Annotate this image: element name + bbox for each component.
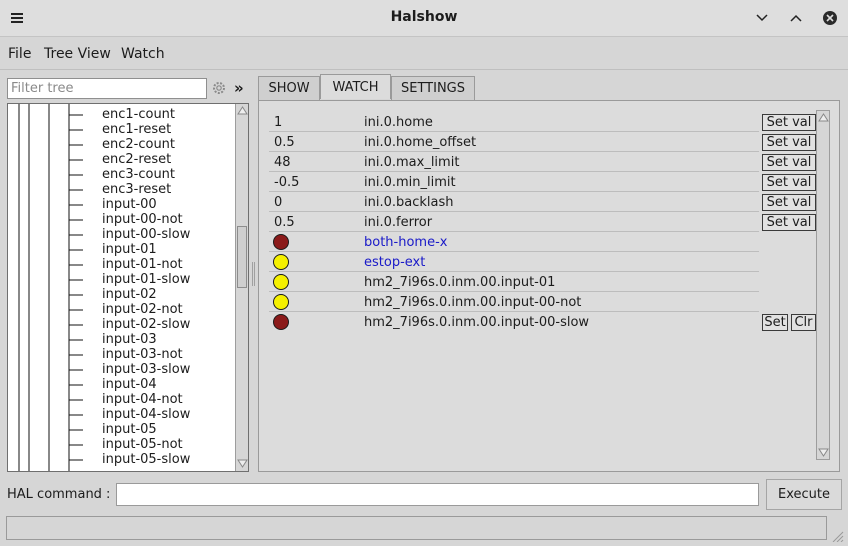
tree-item[interactable]: input-00	[102, 197, 157, 212]
set-val-button[interactable]: Set val	[762, 134, 816, 151]
tree-item[interactable]: input-05	[102, 422, 157, 437]
more-options-button[interactable]: »	[234, 79, 244, 97]
tree-item[interactable]: input-02-not	[102, 302, 183, 317]
param-name: ini.0.backlash	[364, 195, 454, 210]
watch-param-row: 0 ini.0.backlash	[269, 192, 759, 212]
set-val-button[interactable]: Set val	[762, 194, 816, 211]
param-value: -0.5	[274, 175, 300, 190]
tree-item[interactable]: input-03-slow	[102, 362, 190, 377]
menu-file[interactable]: File	[8, 46, 31, 62]
pin-state-led	[273, 274, 289, 290]
param-value: 0.5	[274, 215, 295, 230]
title-bar: Halshow	[0, 0, 848, 37]
tree-item[interactable]: input-04	[102, 377, 157, 392]
maximize-chevron-up-icon[interactable]	[787, 9, 805, 27]
clr-button[interactable]: Clr	[791, 314, 816, 331]
param-name: ini.0.home_offset	[364, 135, 477, 150]
pin-state-led	[273, 294, 289, 310]
tree-item[interactable]: enc2-count	[102, 137, 175, 152]
status-bar	[6, 516, 827, 540]
minimize-chevron-down-icon[interactable]	[753, 9, 771, 27]
tree-item[interactable]: enc1-count	[102, 107, 175, 122]
set-val-button[interactable]: Set val	[762, 214, 816, 231]
tree-item[interactable]: input-05-not	[102, 437, 183, 452]
tree-scrollbar[interactable]	[235, 104, 248, 471]
watch-scrollbar[interactable]	[816, 110, 830, 460]
param-name: ini.0.min_limit	[364, 175, 456, 190]
pane-splitter-handle[interactable]	[252, 262, 255, 286]
tree-item[interactable]: input-02	[102, 287, 157, 302]
tree-item[interactable]: input-00-not	[102, 212, 183, 227]
close-icon[interactable]	[821, 9, 839, 27]
tab-settings[interactable]: SETTINGS	[391, 76, 475, 100]
scroll-down-arrow-icon[interactable]	[237, 458, 248, 469]
filter-tree-input[interactable]	[7, 78, 207, 99]
tree-item[interactable]: enc1-reset	[102, 122, 171, 137]
param-value: 0	[274, 195, 283, 210]
tree-guide-lines	[18, 104, 83, 471]
tab-watch[interactable]: WATCH	[320, 74, 391, 99]
tree-scrollbar-thumb[interactable]	[237, 226, 247, 288]
tree-item[interactable]: input-02-slow	[102, 317, 190, 332]
tree-item[interactable]: input-04-slow	[102, 407, 190, 422]
watch-pin-row: hm2_7i96s.0.inm.00.input-00-not	[269, 292, 759, 312]
tree-item[interactable]: input-01	[102, 242, 157, 257]
window-title: Halshow	[390, 9, 458, 25]
tree-item[interactable]: input-03-not	[102, 347, 183, 362]
tree-item[interactable]: enc3-count	[102, 167, 175, 182]
pin-name: hm2_7i96s.0.inm.00.input-00-slow	[364, 315, 590, 330]
resize-grip-icon[interactable]	[830, 530, 844, 542]
tree-item[interactable]: input-01-slow	[102, 272, 190, 287]
tree-item[interactable]: input-05-slow	[102, 452, 190, 467]
watch-param-row: 1 ini.0.home	[269, 112, 759, 132]
tree-item[interactable]: input-01-not	[102, 257, 183, 272]
pin-name: hm2_7i96s.0.inm.00.input-01	[364, 275, 556, 290]
watch-pin-row: hm2_7i96s.0.inm.00.input-00-slow	[269, 312, 759, 332]
scroll-up-arrow-icon[interactable]	[237, 105, 248, 116]
menu-watch[interactable]: Watch	[121, 46, 165, 62]
pin-name[interactable]: both-home-x	[364, 235, 447, 250]
tree-item[interactable]: input-03	[102, 332, 157, 347]
hal-command-label: HAL command :	[7, 487, 111, 502]
pin-name[interactable]: estop-ext	[364, 255, 425, 270]
param-value: 0.5	[274, 135, 295, 150]
set-val-button[interactable]: Set val	[762, 174, 816, 191]
tree-item[interactable]: input-04-not	[102, 392, 183, 407]
execute-button[interactable]: Execute	[766, 479, 842, 510]
menu-tree-view[interactable]: Tree View	[44, 46, 111, 62]
tree-item[interactable]: input-00-slow	[102, 227, 190, 242]
gear-icon[interactable]	[210, 79, 228, 97]
param-value: 1	[274, 115, 283, 130]
watch-param-row: -0.5 ini.0.min_limit	[269, 172, 759, 192]
pin-state-led	[273, 234, 289, 250]
set-button[interactable]: Set	[762, 314, 788, 331]
pin-state-led	[273, 314, 289, 330]
watch-param-row: 48 ini.0.max_limit	[269, 152, 759, 172]
menu-bar: File Tree View Watch	[0, 38, 848, 70]
set-val-button[interactable]: Set val	[762, 114, 816, 131]
param-value: 48	[274, 155, 291, 170]
tree-item[interactable]: enc2-reset	[102, 152, 171, 167]
watch-pin-row: estop-ext	[269, 252, 759, 272]
watch-pin-row: both-home-x	[269, 232, 759, 252]
hal-tree[interactable]: enc1-count enc1-reset enc2-count enc2-reset…	[7, 103, 249, 472]
param-name: ini.0.ferror	[364, 215, 433, 230]
scroll-down-arrow-icon[interactable]	[818, 447, 829, 458]
watch-param-row: 0.5 ini.0.ferror	[269, 212, 759, 232]
param-name: ini.0.max_limit	[364, 155, 460, 170]
param-name: ini.0.home	[364, 115, 433, 130]
hal-command-input[interactable]	[116, 483, 759, 506]
tree-item[interactable]: enc3-reset	[102, 182, 171, 197]
set-val-button[interactable]: Set val	[762, 154, 816, 171]
watch-param-row: 0.5 ini.0.home_offset	[269, 132, 759, 152]
pin-state-led	[273, 254, 289, 270]
watch-pin-row: hm2_7i96s.0.inm.00.input-01	[269, 272, 759, 292]
watch-panel: 1 ini.0.home Set val 0.5 ini.0.home_offset Se…	[258, 100, 840, 472]
scroll-up-arrow-icon[interactable]	[818, 112, 829, 123]
tab-show[interactable]: SHOW	[258, 76, 320, 100]
pin-name: hm2_7i96s.0.inm.00.input-00-not	[364, 295, 582, 310]
